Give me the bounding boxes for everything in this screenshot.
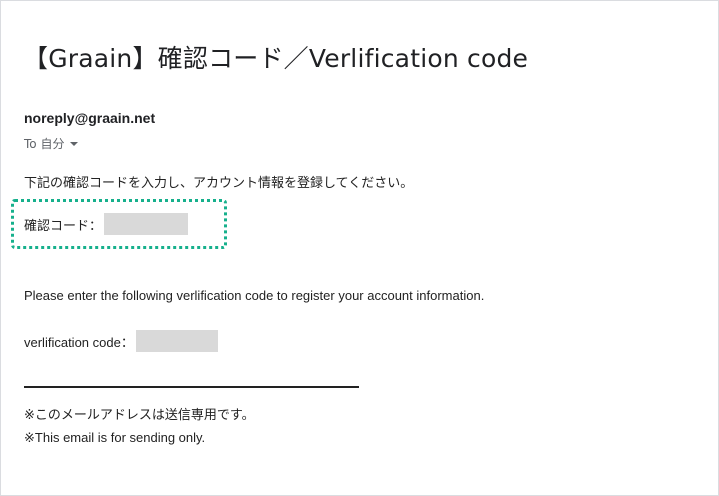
- code-highlight-box: [11, 199, 227, 249]
- en-code-label: verlification code：: [24, 334, 134, 350]
- chevron-down-icon[interactable]: [70, 141, 79, 146]
- sending-only-note-en: ※This email is for sending only.: [24, 430, 206, 445]
- en-intro-text: Please enter the following verlification…: [24, 288, 485, 303]
- sending-only-note-jp: ※このメールアドレスは送信専用です。: [24, 408, 255, 423]
- email-subject: 【Graain】確認コード／Verlification code: [23, 44, 529, 73]
- en-code-redacted: [135, 330, 218, 352]
- email-frame: 【Graain】確認コード／Verlification code noreply…: [0, 0, 719, 496]
- sender-address[interactable]: noreply@graain.net: [24, 110, 155, 126]
- signature-divider: [24, 386, 359, 388]
- jp-intro-text: 下記の確認コードを入力し、アカウント情報を登録してください。: [24, 176, 414, 191]
- recipient-line: To 自分: [24, 135, 79, 152]
- en-code-row: verlification code：: [24, 330, 218, 352]
- recipient-label: To 自分: [24, 137, 65, 151]
